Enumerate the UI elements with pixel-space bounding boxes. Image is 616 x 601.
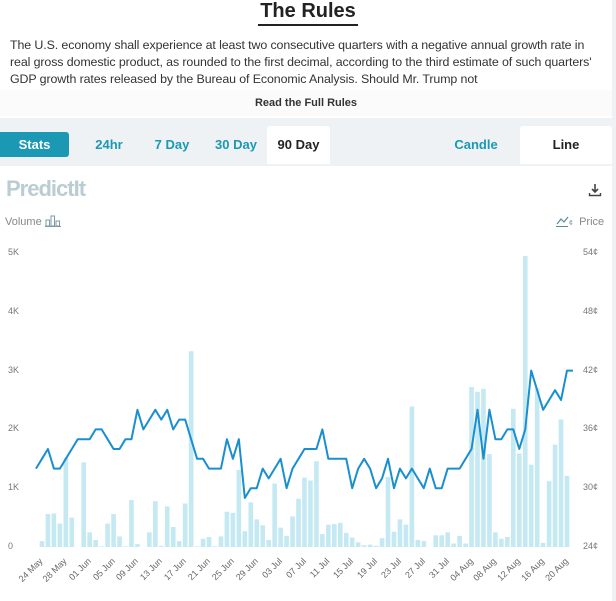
- volume-bar: [200, 538, 206, 547]
- volume-bar: [290, 516, 295, 547]
- volume-bar: [284, 535, 289, 547]
- volume-bar: [158, 545, 164, 547]
- volume-bar: [105, 523, 110, 547]
- volume-bar: [349, 537, 355, 547]
- volume-bar: [230, 512, 236, 547]
- volume-bar: [540, 542, 546, 547]
- volume-bar: [296, 498, 301, 547]
- volume-bar: [326, 524, 331, 547]
- volume-bar: [516, 453, 522, 547]
- volume-bar: [314, 461, 319, 547]
- volume-bar: [63, 458, 69, 547]
- volume-bar: [206, 537, 212, 547]
- volume-bar: [331, 524, 337, 547]
- volume-bar: [463, 543, 468, 547]
- volume-bar: [505, 537, 510, 547]
- volume-bar: [57, 523, 63, 547]
- volume-bar: [308, 480, 313, 547]
- volume-bar: [355, 542, 361, 547]
- volume-bar: [343, 532, 349, 547]
- volume-bar: [409, 406, 415, 547]
- volume-bar: [493, 532, 498, 547]
- volume-bar: [81, 462, 87, 547]
- volume-bar: [212, 546, 218, 547]
- volume-bar: [242, 531, 248, 547]
- price-volume-chart: [35, 255, 573, 547]
- volume-bar: [337, 522, 343, 547]
- volume-bar: [522, 255, 528, 547]
- volume-bar: [379, 538, 385, 547]
- volume-bar: [69, 517, 75, 547]
- volume-bar: [39, 541, 45, 547]
- volume-bar: [218, 536, 224, 547]
- volume-bar: [397, 519, 403, 547]
- volume-bar: [403, 524, 409, 547]
- volume-bar: [534, 388, 540, 547]
- volume-bar: [236, 469, 242, 547]
- volume-bar: [111, 514, 116, 547]
- volume-bar: [123, 546, 128, 547]
- volume-bar: [170, 527, 176, 547]
- volume-bar: [451, 543, 456, 547]
- volume-bar: [135, 544, 140, 547]
- volume-bar: [147, 532, 152, 547]
- volume-bar: [260, 525, 266, 547]
- volume-bar: [45, 514, 51, 547]
- volume-bar: [188, 351, 194, 547]
- volume-bar: [499, 538, 504, 547]
- volume-bar: [164, 506, 170, 547]
- volume-bar: [552, 444, 558, 547]
- volume-bar: [153, 501, 158, 547]
- volume-bar: [51, 513, 57, 547]
- volume-bar: [546, 481, 552, 547]
- volume-bar: [433, 535, 439, 547]
- volume-bar: [129, 499, 134, 547]
- volume-bar: [415, 539, 421, 547]
- volume-bar: [176, 541, 182, 547]
- volume-bar: [254, 519, 260, 547]
- volume-bar: [93, 539, 98, 547]
- volume-bar: [224, 511, 230, 547]
- volume-bar: [373, 545, 379, 547]
- volume-bar: [481, 388, 486, 547]
- volume-bar: [457, 535, 462, 547]
- volume-bar: [272, 483, 277, 547]
- volume-bar: [367, 544, 373, 547]
- volume-bar: [391, 531, 397, 547]
- volume-bar: [487, 454, 492, 547]
- volume-bar: [278, 527, 283, 547]
- volume-bar: [528, 464, 534, 547]
- volume-bar: [558, 419, 564, 547]
- volume-bar: [266, 539, 272, 547]
- volume-bar: [421, 541, 427, 547]
- volume-bar: [469, 387, 474, 547]
- volume-bar: [439, 535, 445, 547]
- volume-bar: [87, 532, 93, 547]
- volume-bar: [302, 477, 307, 547]
- volume-bar: [445, 532, 450, 547]
- volume-bar: [385, 477, 391, 547]
- volume-bar: [117, 536, 122, 547]
- volume-bar: [320, 534, 325, 547]
- volume-bar: [194, 546, 200, 547]
- volume-bar: [182, 503, 188, 547]
- volume-bar: [248, 502, 254, 547]
- volume-bar: [99, 546, 104, 547]
- volume-bar: [361, 545, 367, 547]
- volume-bar: [564, 475, 570, 547]
